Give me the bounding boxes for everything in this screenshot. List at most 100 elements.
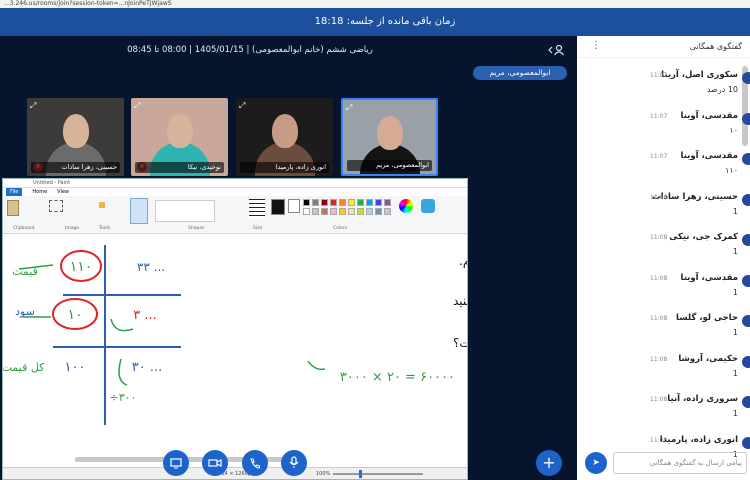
video-tile-3[interactable]: ⤢ انوری زاده، پارمیدا	[236, 98, 333, 176]
cell-value-110: ۱۱۰	[70, 259, 93, 275]
pencil-icon[interactable]	[99, 202, 105, 208]
paste-icon[interactable]	[7, 200, 19, 216]
avatar	[742, 153, 750, 165]
select-icon[interactable]	[49, 200, 63, 212]
color-swatch[interactable]	[303, 199, 310, 206]
expand-icon[interactable]: ⤢	[30, 101, 36, 111]
size-icon[interactable]	[249, 199, 265, 219]
video-tile-2[interactable]: ⤢ ✕ نوحیدی، نیکا	[131, 98, 228, 176]
add-button[interactable]: +	[536, 450, 562, 476]
send-button[interactable]: ➤	[585, 452, 607, 474]
paint3d-icon[interactable]	[421, 199, 435, 213]
send-icon: ➤	[592, 458, 600, 468]
color-swatch[interactable]	[348, 199, 355, 206]
more-options-icon[interactable]: ⋮	[591, 40, 601, 51]
edit-colors-icon[interactable]	[399, 199, 413, 213]
division-note: ÷۳۰۰	[110, 391, 137, 404]
participant-name: حسینی، زهرا سادات	[31, 162, 120, 173]
message-sender: مقدسی، آوینا	[680, 110, 739, 121]
color-palette	[303, 199, 393, 229]
question-line-2: الف) درصد سود این کتاب را حساب کنید	[453, 294, 467, 309]
message-text: 1	[732, 368, 738, 378]
menu-home[interactable]: Home	[32, 188, 47, 196]
color-swatch[interactable]	[357, 199, 364, 206]
chat-message: مقدسی، آوینا 11:07 ۱۰	[588, 111, 750, 151]
color-swatch[interactable]	[357, 208, 364, 215]
participant-face	[271, 114, 298, 148]
color2-swatch[interactable]	[288, 199, 300, 213]
chat-message: مقدسی، آوینا 11:08 1	[588, 273, 750, 313]
expand-icon[interactable]: ⤢	[346, 103, 352, 113]
phone-button[interactable]	[242, 450, 268, 476]
green-arrow-answer	[307, 360, 326, 371]
expand-icon[interactable]: ⤢	[239, 101, 245, 111]
message-sender: مقدسی، آوینا	[680, 151, 739, 161]
row-label-profit: سود	[15, 305, 35, 318]
shapes-gallery[interactable]	[155, 200, 215, 222]
color-swatch[interactable]	[366, 208, 373, 215]
avatar	[742, 355, 750, 368]
color-swatch[interactable]	[339, 199, 346, 206]
paint-window[interactable]: Untitled - Paint File Home View Clipboar…	[2, 178, 468, 480]
color-swatch[interactable]	[312, 199, 319, 206]
participant-name: ابوالمعصومی، مریم	[347, 160, 432, 171]
chat-input[interactable]: پیامی ارسال به گفتگوی همگانی	[613, 452, 747, 474]
color-swatch[interactable]	[375, 199, 382, 206]
message-sender: حاجی لو، گلسا	[676, 313, 738, 323]
message-text: 1	[732, 206, 738, 216]
message-text: ۱۱۰	[725, 166, 738, 175]
message-sender: کمرک جی، نیکی	[669, 232, 738, 242]
screen-share-button[interactable]	[163, 450, 189, 476]
paint-menu-bar: File Home View	[3, 188, 467, 196]
paint-ribbon: Clipboard Image Tools Shapes Size Colors	[3, 196, 467, 234]
color-swatch[interactable]	[384, 199, 391, 206]
color-swatch[interactable]	[375, 208, 382, 215]
plus-icon: +	[542, 453, 556, 472]
message-text: 10 درصد	[706, 85, 738, 94]
chat-message: حاجی لو، گلسا 11:08 1	[588, 313, 750, 353]
paint-canvas[interactable]: ۱۱۰ ۳۳ ... قیمت ۱۰ ۳ ... سود ۱۰۰ ۳۰ ... …	[3, 235, 467, 467]
message-time: 11:08	[650, 355, 668, 363]
brushes-icon[interactable]	[130, 198, 148, 224]
camera-button[interactable]	[202, 450, 228, 476]
row-label-price: قیمت	[12, 265, 38, 278]
color-swatch[interactable]	[330, 199, 337, 206]
cell-value-33000: ۳۳ ...	[137, 260, 165, 274]
message-sender: مقدسی، آوینا	[680, 272, 739, 283]
video-tile-4[interactable]: ⤢ ابوالمعصومی، مریم	[341, 98, 438, 176]
color-swatch[interactable]	[330, 208, 337, 215]
color-swatch[interactable]	[348, 208, 355, 215]
color-swatch[interactable]	[384, 208, 391, 215]
color-swatch[interactable]	[366, 199, 373, 206]
users-icon[interactable]	[548, 44, 564, 59]
menu-view[interactable]: View	[57, 188, 69, 196]
message-time: 11:08	[650, 193, 668, 201]
answer-line: ۳۰۰۰ × ۲۰ = ۶۰۰۰۰	[340, 370, 455, 385]
top-bar: زمان باقی مانده از جلسه: 18:18	[0, 8, 750, 36]
expand-icon[interactable]: ⤢	[134, 101, 140, 111]
color-swatch[interactable]	[321, 208, 328, 215]
color-swatch[interactable]	[321, 199, 328, 206]
video-tile-1[interactable]: ⤢ ✕ حسینی، زهرا سادات	[27, 98, 124, 176]
microphone-button[interactable]	[281, 450, 307, 476]
call-controls: +	[0, 448, 577, 480]
cell-value-100: ۱۰۰	[65, 360, 86, 375]
color-swatch[interactable]	[303, 208, 310, 215]
menu-file[interactable]: File	[6, 188, 23, 196]
chat-panel: ⋮ گفتگوی همگانی سکوری اصل، آرینا 11:07 10 …	[577, 36, 750, 480]
microphone-icon	[289, 456, 299, 468]
color-swatch[interactable]	[339, 208, 346, 215]
browser-url-bar[interactable]: ...3.246.us/rooms/join?session-token=...…	[0, 0, 750, 8]
cell-value-10: ۱۰	[67, 307, 82, 323]
presenter-badge: ابوالمعصومی، مریم	[473, 66, 567, 80]
avatar	[742, 436, 750, 449]
message-text: ۱۰	[729, 125, 738, 135]
avatar	[742, 72, 750, 84]
question-line-1: ۲- کتابی را که ...۳۰ تومان خریداری شده ا…	[459, 254, 467, 269]
message-text: 1	[732, 287, 738, 297]
camera-icon	[208, 459, 222, 467]
message-time: 11:07	[650, 112, 668, 120]
color1-swatch[interactable]	[271, 199, 285, 215]
color-swatch[interactable]	[312, 208, 319, 215]
chat-message: سکوری اصل، آرینا 11:07 10 درصد	[588, 70, 750, 110]
